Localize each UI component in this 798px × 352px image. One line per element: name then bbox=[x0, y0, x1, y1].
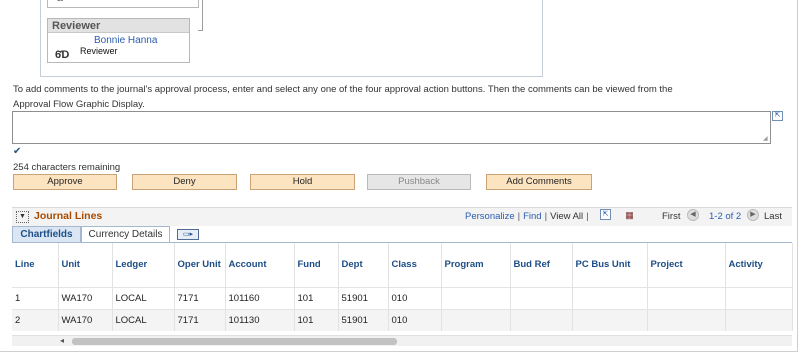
column-header-project[interactable]: Project bbox=[647, 243, 726, 287]
column-header-unit[interactable]: Unit bbox=[58, 243, 113, 287]
cell-unit: WA170 bbox=[58, 308, 113, 331]
cell-account: 101130 bbox=[225, 308, 295, 331]
cell-line: 1 bbox=[12, 286, 59, 309]
deny-button[interactable]: Deny bbox=[132, 174, 237, 190]
chars-remaining: 254 characters remaining bbox=[13, 162, 121, 173]
cell-dept: 51901 bbox=[338, 286, 389, 309]
spell-check-icon[interactable]: ✔ bbox=[13, 146, 25, 157]
comment-textarea[interactable] bbox=[13, 112, 770, 143]
previous-icon[interactable]: ◀ bbox=[687, 209, 699, 221]
expand-textarea-icon[interactable]: ⇱ bbox=[772, 111, 783, 121]
cell-line: 2 bbox=[12, 308, 59, 331]
glasses-icon: 6Ɗ bbox=[55, 49, 69, 61]
cell-fund: 101 bbox=[294, 286, 339, 309]
tab-chartfields[interactable]: Chartfields bbox=[12, 226, 81, 243]
column-header-activity[interactable]: Activity bbox=[725, 243, 793, 287]
reviewer-step-box: Reviewer 6Ɗ Bonnie Hanna Reviewer bbox=[47, 18, 190, 63]
cell-project bbox=[647, 286, 726, 309]
column-header-dept[interactable]: Dept bbox=[338, 243, 389, 287]
scroll-left-icon[interactable]: ◂ bbox=[60, 336, 64, 345]
tab-currency-details[interactable]: Currency Details bbox=[81, 226, 170, 243]
cell-class: 010 bbox=[388, 308, 442, 331]
cell-class: 010 bbox=[388, 286, 442, 309]
cell-project bbox=[647, 308, 726, 331]
approve-button[interactable]: Approve bbox=[13, 174, 117, 190]
cell-activity bbox=[725, 286, 793, 309]
approver-step-shadow bbox=[198, 0, 203, 31]
cell-program bbox=[441, 308, 511, 331]
table-row: 1 WA170 LOCAL 7171 101160 101 51901 010 bbox=[12, 286, 793, 309]
cell-unit: WA170 bbox=[58, 286, 113, 309]
grid-title: Journal Lines bbox=[34, 210, 103, 222]
pushback-button: Pushback bbox=[367, 174, 471, 190]
cell-fund: 101 bbox=[294, 308, 339, 331]
column-header-bud-ref[interactable]: Bud Ref bbox=[510, 243, 573, 287]
reviewer-name-link[interactable]: Bonnie Hanna bbox=[94, 35, 157, 46]
scrollbar-thumb[interactable] bbox=[72, 338, 397, 345]
glasses-icon: ∞ bbox=[57, 0, 63, 4]
cell-activity bbox=[725, 308, 793, 331]
last-link[interactable]: Last bbox=[764, 211, 782, 222]
column-header-ledger[interactable]: Ledger bbox=[112, 243, 175, 287]
cell-bud-ref bbox=[510, 286, 573, 309]
column-header-fund[interactable]: Fund bbox=[294, 243, 339, 287]
reviewer-step-title: Reviewer bbox=[48, 19, 189, 33]
comment-field[interactable]: ◢ bbox=[12, 111, 771, 144]
grid-links: Personalize | Find | View All | bbox=[465, 211, 589, 222]
download-icon[interactable]: ▦ bbox=[623, 209, 636, 221]
cell-pc-bus-unit bbox=[572, 308, 648, 331]
collapse-icon[interactable]: ▼ bbox=[16, 211, 29, 223]
show-all-columns-icon[interactable]: ▭▸ bbox=[177, 229, 199, 240]
hold-button[interactable]: Hold bbox=[250, 174, 355, 190]
view-all-link[interactable]: View All bbox=[550, 211, 583, 222]
column-header-line[interactable]: Line bbox=[12, 243, 59, 287]
comment-instructions: To add comments to the journal's approva… bbox=[13, 84, 673, 110]
horizontal-scrollbar[interactable]: ◂ bbox=[12, 335, 792, 346]
table-row: 2 WA170 LOCAL 7171 101130 101 51901 010 bbox=[12, 308, 793, 331]
cell-bud-ref bbox=[510, 308, 573, 331]
column-header-oper-unit[interactable]: Oper Unit bbox=[174, 243, 226, 287]
resize-grip-icon[interactable]: ◢ bbox=[763, 136, 769, 142]
approver-step-box: ∞ bbox=[47, 0, 199, 8]
next-icon[interactable]: ▶ bbox=[747, 209, 759, 221]
cell-ledger: LOCAL bbox=[112, 308, 175, 331]
column-header-class[interactable]: Class bbox=[388, 243, 442, 287]
reviewer-role: Reviewer bbox=[80, 46, 118, 56]
personalize-link[interactable]: Personalize bbox=[465, 211, 515, 222]
zoom-icon[interactable]: ⇱ bbox=[600, 209, 611, 220]
grid-header: ▼ Journal Lines Personalize | Find | View Al… bbox=[12, 207, 792, 226]
cell-pc-bus-unit bbox=[572, 286, 648, 309]
column-header-pc-bus-unit[interactable]: PC Bus Unit bbox=[572, 243, 648, 287]
column-header-program[interactable]: Program bbox=[441, 243, 511, 287]
cell-oper-unit: 7171 bbox=[174, 308, 226, 331]
cell-oper-unit: 7171 bbox=[174, 286, 226, 309]
add-comments-button[interactable]: Add Comments bbox=[486, 174, 592, 190]
cell-dept: 51901 bbox=[338, 308, 389, 331]
cell-ledger: LOCAL bbox=[112, 286, 175, 309]
journal-lines-table: Line Unit Ledger Oper Unit Account Fund … bbox=[12, 243, 793, 331]
cell-program bbox=[441, 286, 511, 309]
table-header-row: Line Unit Ledger Oper Unit Account Fund … bbox=[12, 243, 793, 287]
column-header-account[interactable]: Account bbox=[225, 243, 295, 287]
cell-account: 101160 bbox=[225, 286, 295, 309]
row-count: 1-2 of 2 bbox=[709, 211, 742, 222]
first-link[interactable]: First bbox=[662, 211, 680, 222]
find-link[interactable]: Find bbox=[523, 211, 541, 222]
